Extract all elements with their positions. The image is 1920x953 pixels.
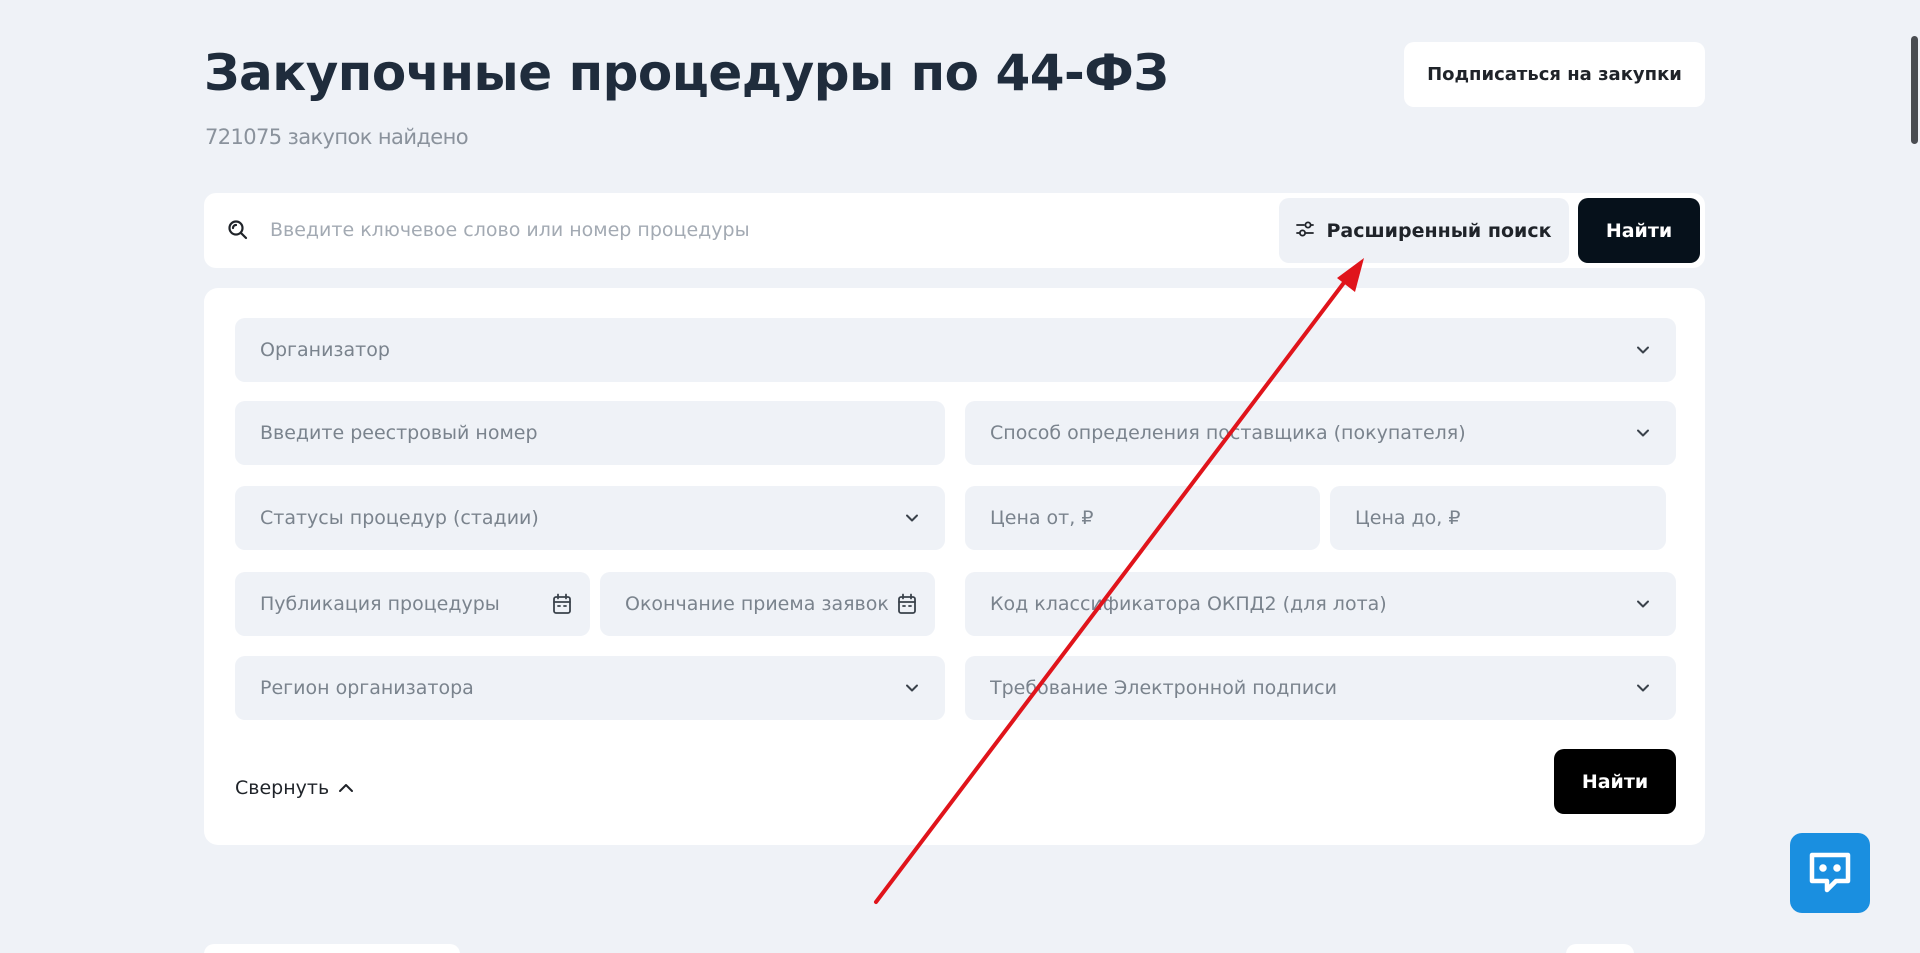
chevron-down-icon: [1637, 346, 1649, 354]
chevron-down-icon: [906, 514, 918, 522]
page-title: Закупочные процедуры по 44-ФЗ: [204, 44, 1169, 102]
organizer-region-label: Регион организатора: [260, 677, 474, 699]
calendar-icon: [553, 593, 571, 614]
procedure-status-select[interactable]: Статусы процедур (стадии): [235, 486, 945, 550]
deadline-date-placeholder: Окончание приема заявок: [625, 593, 889, 615]
search-input[interactable]: [268, 209, 1168, 251]
price-from-input[interactable]: Цена от, ₽: [965, 486, 1320, 550]
deadline-date-input[interactable]: Окончание приема заявок: [600, 572, 935, 636]
supplier-method-label: Способ определения поставщика (покупател…: [990, 422, 1466, 444]
advanced-search-button[interactable]: Расширенный поиск: [1279, 198, 1569, 263]
results-count: 721075 закупок найдено: [205, 125, 469, 149]
calendar-icon: [898, 593, 916, 614]
price-from-placeholder: Цена от, ₽: [990, 507, 1094, 529]
sliders-icon: [1296, 220, 1315, 242]
find-button[interactable]: Найти: [1578, 198, 1700, 263]
chevron-up-icon: [339, 784, 354, 792]
scrollbar-thumb[interactable]: [1911, 36, 1918, 144]
organizer-label: Организатор: [260, 339, 390, 361]
chevron-down-icon: [1637, 600, 1649, 608]
e-signature-label: Требование Электронной подписи: [990, 677, 1337, 699]
next-section-card: [204, 944, 460, 953]
okpd2-code-select[interactable]: Код классификатора ОКПД2 (для лота): [965, 572, 1676, 636]
price-to-placeholder: Цена до, ₽: [1355, 507, 1461, 529]
chevron-down-icon: [1637, 684, 1649, 692]
supplier-method-select[interactable]: Способ определения поставщика (покупател…: [965, 401, 1676, 465]
registry-number-placeholder: Введите реестровый номер: [260, 422, 538, 444]
advanced-search-label: Расширенный поиск: [1326, 219, 1552, 242]
scrollbar[interactable]: [1908, 0, 1920, 953]
publication-date-input[interactable]: Публикация процедуры: [235, 572, 590, 636]
chevron-down-icon: [906, 684, 918, 692]
search-icon: [226, 218, 250, 242]
filters-find-button[interactable]: Найти: [1554, 749, 1676, 814]
advanced-filters-panel: Организатор Введите реестровый номер Спо…: [204, 288, 1705, 845]
collapse-label: Свернуть: [235, 777, 330, 799]
publication-date-placeholder: Публикация процедуры: [260, 593, 500, 615]
next-section-card: [1566, 944, 1634, 953]
registry-number-input[interactable]: Введите реестровый номер: [235, 401, 945, 465]
organizer-select[interactable]: Организатор: [235, 318, 1676, 382]
chat-icon: [1809, 852, 1851, 893]
price-to-input[interactable]: Цена до, ₽: [1330, 486, 1666, 550]
procedure-status-label: Статусы процедур (стадии): [260, 507, 539, 529]
chevron-down-icon: [1637, 429, 1649, 437]
page: Закупочные процедуры по 44-ФЗ 721075 зак…: [0, 0, 1920, 953]
okpd2-code-label: Код классификатора ОКПД2 (для лота): [990, 593, 1387, 615]
collapse-filters-link[interactable]: Свернуть: [235, 768, 355, 808]
search-bar: Расширенный поиск Найти: [204, 193, 1705, 268]
chat-button[interactable]: [1790, 833, 1870, 913]
subscribe-button[interactable]: Подписаться на закупки: [1404, 42, 1705, 107]
e-signature-select[interactable]: Требование Электронной подписи: [965, 656, 1676, 720]
organizer-region-select[interactable]: Регион организатора: [235, 656, 945, 720]
